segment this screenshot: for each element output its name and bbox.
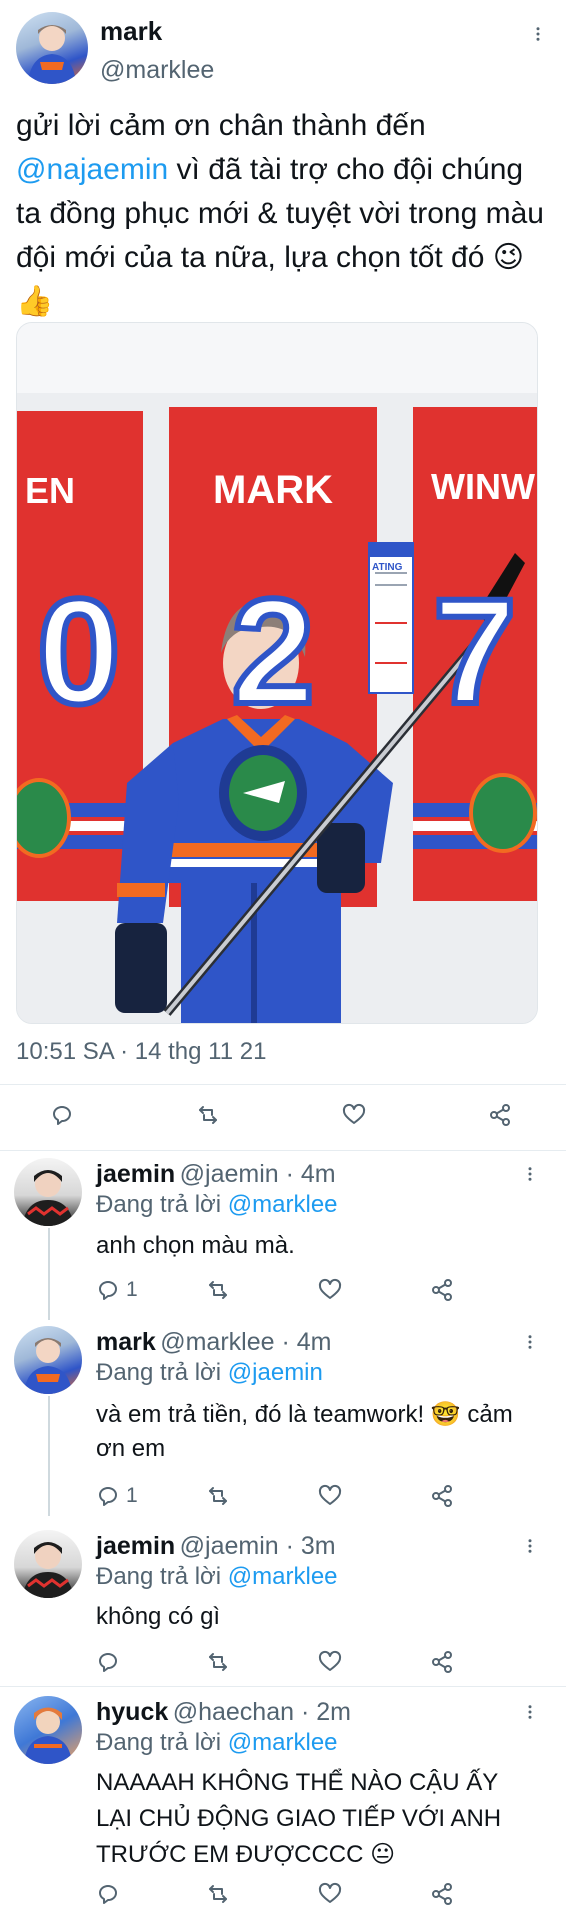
tweet-text: gửi lời cảm ơn chân thành đến @najaemin … — [16, 104, 551, 324]
divider — [0, 1084, 566, 1085]
avatar[interactable] — [14, 1530, 82, 1598]
reply-text: không có gì — [96, 1603, 221, 1630]
like-icon — [342, 1103, 366, 1124]
retweet-icon — [209, 1281, 227, 1299]
divider — [0, 1150, 566, 1151]
reply-text: NAAAAH KHÔNG THỂ NÀO CẬU ẤY LẠI CHỦ ĐỘNG… — [96, 1769, 502, 1868]
mention-link[interactable]: @marklee — [228, 1563, 338, 1590]
replying-to-label: Đang trả lời — [96, 1191, 222, 1218]
reply-author-handle[interactable]: @jaemin · 3m — [180, 1532, 336, 1560]
mention-link[interactable]: @jaemin — [228, 1359, 323, 1386]
reply-text: anh chọn màu mà. — [96, 1232, 295, 1259]
reply-text: và em trả tiền, đó là teamwork! 🤓 cảm ơn… — [96, 1401, 513, 1462]
like-button[interactable] — [318, 1650, 342, 1674]
thread-line — [48, 1228, 50, 1320]
author-name[interactable]: mark — [100, 16, 162, 47]
mention-link[interactable]: @marklee — [228, 1729, 338, 1756]
avatar[interactable] — [14, 1696, 82, 1764]
tweet-timestamp[interactable]: 10:51 SA · 14 thg 11 21 — [16, 1038, 266, 1066]
share-button[interactable] — [430, 1882, 454, 1906]
share-button[interactable] — [430, 1650, 454, 1674]
like-icon — [318, 1484, 342, 1505]
avatar[interactable] — [16, 12, 88, 84]
retweet-button[interactable] — [206, 1484, 230, 1508]
reply-header: hyuck @haechan · 2m — [96, 1698, 351, 1727]
reply-button[interactable] — [96, 1650, 120, 1674]
like-button[interactable] — [318, 1278, 342, 1302]
reply-icon — [99, 1487, 117, 1506]
more-icon[interactable] — [518, 1330, 542, 1354]
reply-author-name[interactable]: jaemin — [96, 1532, 175, 1560]
retweet-button[interactable] — [206, 1650, 230, 1674]
share-icon — [432, 1485, 452, 1507]
reply-button[interactable]: 1 — [96, 1278, 138, 1302]
retweet-icon — [209, 1653, 227, 1671]
avatar[interactable] — [14, 1158, 82, 1226]
like-icon — [318, 1882, 342, 1903]
reply-icon — [53, 1106, 71, 1125]
retweet-button[interactable] — [206, 1882, 230, 1906]
like-button[interactable] — [342, 1103, 366, 1127]
share-button[interactable] — [430, 1484, 454, 1508]
retweet-icon — [209, 1487, 227, 1505]
divider — [0, 1686, 566, 1687]
more-icon[interactable] — [518, 1534, 542, 1558]
reply-count: 1 — [126, 1278, 138, 1301]
banner-left-number: 0 — [37, 567, 120, 735]
share-icon — [432, 1651, 452, 1673]
reply-author-handle[interactable]: @marklee · 4m — [160, 1328, 331, 1356]
share-button[interactable] — [488, 1103, 512, 1127]
reply-author-name[interactable]: jaemin — [96, 1160, 175, 1188]
mention-link[interactable]: @najaemin — [16, 153, 168, 186]
like-button[interactable] — [318, 1882, 342, 1906]
like-button[interactable] — [318, 1484, 342, 1508]
author-handle[interactable]: @marklee — [100, 56, 214, 85]
share-icon — [432, 1883, 452, 1905]
mention-link[interactable]: @marklee — [228, 1191, 338, 1218]
retweet-icon — [199, 1106, 217, 1124]
share-button[interactable] — [430, 1278, 454, 1302]
banner-left-text: EN — [25, 470, 75, 511]
banner-right-text: WINW — [431, 466, 535, 507]
replying-to-label: Đang trả lời — [96, 1359, 222, 1386]
retweet-button[interactable] — [206, 1278, 230, 1302]
reply-author-name[interactable]: mark — [96, 1328, 156, 1356]
reply-header: mark @marklee · 4m — [96, 1328, 331, 1357]
retweet-button[interactable] — [196, 1103, 220, 1127]
replying-to: Đang trả lời @marklee — [96, 1563, 338, 1591]
reply-author-name[interactable]: hyuck — [96, 1698, 168, 1726]
replying-to-label: Đang trả lời — [96, 1563, 222, 1590]
banner-center-text: MARK — [213, 468, 333, 512]
tweet-photo[interactable]: EN MARK WINW 0 2 7 ATING — [16, 322, 538, 1024]
more-icon[interactable] — [518, 1700, 542, 1724]
share-icon — [432, 1279, 452, 1301]
reply-icon — [99, 1281, 117, 1300]
like-icon — [318, 1650, 342, 1671]
reply-icon — [99, 1885, 117, 1904]
banner-center-number: 2 — [231, 567, 314, 735]
retweet-icon — [209, 1885, 227, 1903]
reply-button[interactable]: 1 — [96, 1484, 138, 1508]
like-icon — [318, 1278, 342, 1299]
reply-author-handle[interactable]: @haechan · 2m — [173, 1698, 351, 1726]
banner-right-number: 7 — [433, 567, 516, 735]
tweet-text-start: gửi lời cảm ơn chân thành đến — [16, 109, 426, 142]
reply-count: 1 — [126, 1484, 138, 1507]
sign-text: ATING — [372, 562, 403, 573]
replying-to: Đang trả lời @jaemin — [96, 1359, 323, 1387]
reply-author-handle[interactable]: @jaemin · 4m — [180, 1160, 336, 1188]
replying-to-label: Đang trả lời — [96, 1729, 222, 1756]
thread-line — [48, 1396, 50, 1516]
reply-button[interactable] — [50, 1103, 74, 1127]
replying-to: Đang trả lời @marklee — [96, 1729, 338, 1757]
reply-icon — [99, 1653, 117, 1672]
avatar[interactable] — [14, 1326, 82, 1394]
share-icon — [490, 1104, 510, 1126]
more-icon[interactable] — [526, 22, 550, 46]
reply-header: jaemin @jaemin · 3m — [96, 1532, 336, 1561]
replying-to: Đang trả lời @marklee — [96, 1191, 338, 1219]
more-icon[interactable] — [518, 1162, 542, 1186]
reply-button[interactable] — [96, 1882, 120, 1906]
reply-header: jaemin @jaemin · 4m — [96, 1160, 336, 1189]
